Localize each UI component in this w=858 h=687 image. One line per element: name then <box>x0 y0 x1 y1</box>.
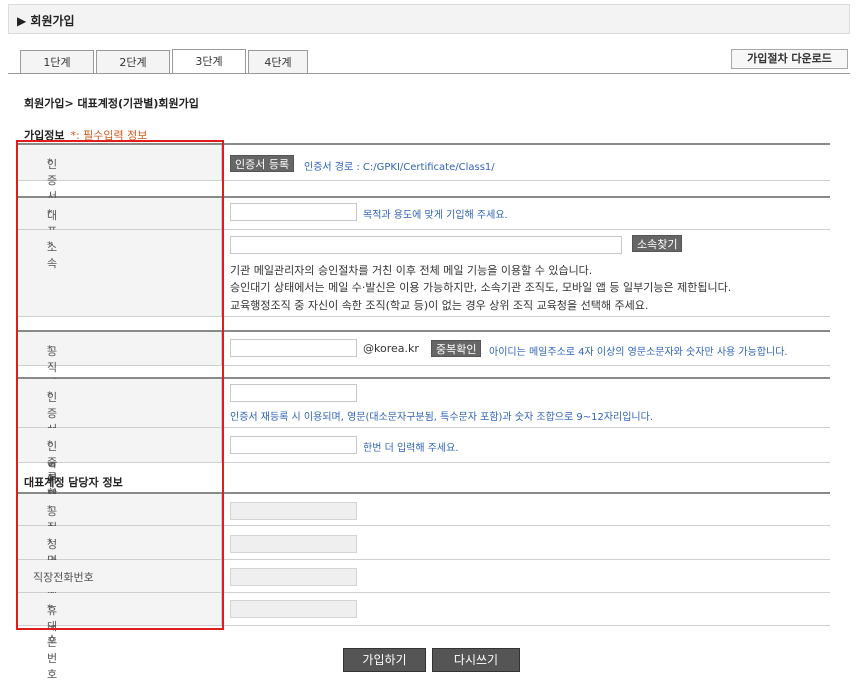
affiliation-note-1: 기관 메일관리자의 승인절차를 거친 이후 전체 메일 기능을 이용할 수 있습… <box>230 264 593 277</box>
download-procedure-button[interactable]: 가입절차 다운로드 <box>731 49 848 69</box>
affiliation-note-2: 승인대기 상태에서는 메일 수·발신은 이용 가능하지만, 소속기관 조직도, … <box>230 281 732 294</box>
submit-button[interactable]: 가입하기 <box>343 648 426 672</box>
reg-pw-confirm-input[interactable] <box>230 436 357 454</box>
tab-step-3[interactable]: 3단계 <box>172 49 246 74</box>
reg-pw-confirm-hint: 한번 더 입력해 주세요. <box>363 443 459 454</box>
affiliation-input[interactable] <box>230 236 622 254</box>
manager-phone-input[interactable] <box>230 568 357 586</box>
manager-email-input[interactable] <box>230 502 357 520</box>
rep-name-hint: 목적과 용도에 맞게 기입해 주세요. <box>363 210 508 221</box>
tab-step-4[interactable]: 4단계 <box>248 50 308 74</box>
cert-register-button[interactable]: 인증서 등록 <box>230 155 295 172</box>
email-id-input[interactable] <box>230 339 357 357</box>
cert-path-hint: 인증서 경로 : C:/GPKI/Certificate/Class1/ <box>304 162 495 173</box>
affiliation-note-3: 교육행정조직 중 자신이 속한 조직(학교 등)이 없는 경우 상위 조직 교육… <box>230 299 649 312</box>
reg-pw-input[interactable] <box>230 384 357 402</box>
check-duplicate-button[interactable]: 중복확인 <box>431 340 482 357</box>
page-title-bar: ▶ 회원가입 <box>8 4 850 34</box>
breadcrumb: 회원가입> 대표계정(기관별)회원가입 <box>24 97 199 110</box>
email-domain: @korea.kr <box>363 342 419 355</box>
email-id-hint: 아이디는 메일주소로 4자 이상의 영문소문자와 숫자만 사용 가능합니다. <box>489 347 788 358</box>
reg-pw-hint: 인증서 재등록 시 이용되며, 영문(대소문자구분됨, 특수문자 포함)과 숫자… <box>230 412 654 423</box>
reset-button[interactable]: 다시쓰기 <box>432 648 520 672</box>
tab-step-2[interactable]: 2단계 <box>96 50 170 74</box>
tabs-divider <box>8 73 850 74</box>
manager-mobile-input[interactable] <box>230 600 357 618</box>
rep-name-input[interactable] <box>230 203 357 221</box>
page-title: ▶ 회원가입 <box>17 14 75 28</box>
find-affiliation-button[interactable]: 소속찾기 <box>632 235 683 252</box>
manager-name-input[interactable] <box>230 535 357 553</box>
tab-step-1[interactable]: 1단계 <box>20 50 94 74</box>
highlight-box <box>16 140 224 630</box>
